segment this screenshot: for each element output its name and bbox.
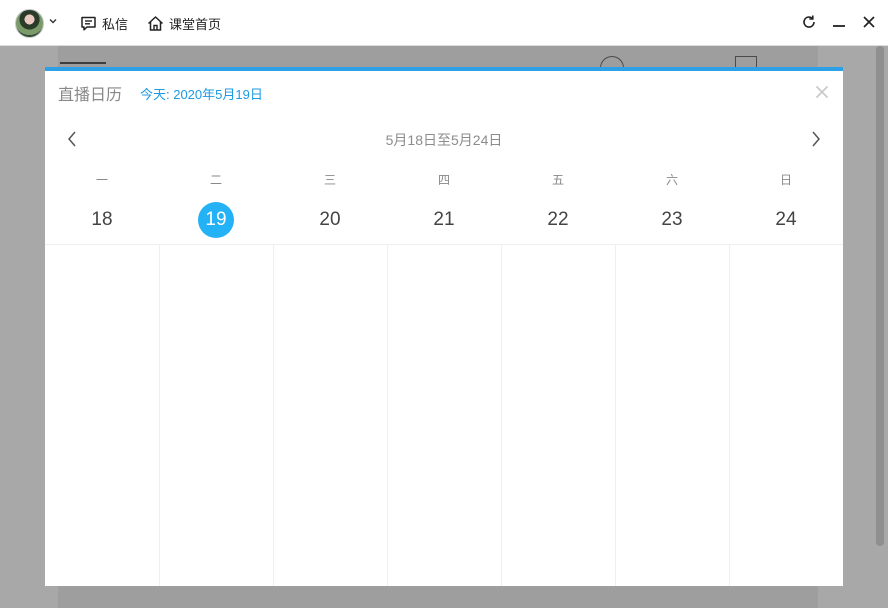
app-topbar: 私信 课堂首页 [0, 0, 888, 46]
chevron-right-icon[interactable] [809, 129, 823, 149]
day-schedule-cell [501, 244, 615, 586]
messages-label: 私信 [102, 14, 128, 33]
day-number-today[interactable]: 19 [198, 202, 234, 238]
day-schedule-cell [273, 244, 387, 586]
minimize-button[interactable] [830, 12, 848, 32]
week-navigation: 5月18日至5月24日 [45, 126, 843, 152]
day-column: 三 20 [273, 166, 387, 586]
today-date-label: 今天: 2020年5月19日 [140, 84, 263, 103]
weekday-label: 五 [501, 171, 615, 188]
day-number[interactable]: 23 [654, 202, 690, 238]
day-schedule-cell [387, 244, 501, 586]
day-column: 日 24 [729, 166, 843, 586]
classroom-home-label: 课堂首页 [169, 14, 221, 33]
message-icon [80, 15, 97, 32]
day-column: 二 19 [159, 166, 273, 586]
weekday-label: 六 [615, 171, 729, 188]
classroom-home-button[interactable]: 课堂首页 [147, 13, 221, 33]
day-column: 六 23 [615, 166, 729, 586]
user-avatar[interactable] [15, 9, 44, 38]
weekday-label: 一 [45, 171, 159, 188]
live-calendar-dialog: 直播日历 今天: 2020年5月19日 5月18日至5月24日 一 18 二 1… [45, 67, 843, 586]
weekday-label: 日 [729, 171, 843, 188]
day-schedule-cell [45, 244, 159, 586]
day-schedule-cell [729, 244, 843, 586]
header-divider [45, 244, 843, 245]
close-icon[interactable] [815, 85, 829, 99]
weekday-label: 二 [159, 171, 273, 188]
chevron-down-icon[interactable] [48, 16, 58, 26]
dialog-title: 直播日历 [58, 81, 122, 105]
day-column: 五 22 [501, 166, 615, 586]
day-number[interactable]: 24 [768, 202, 804, 238]
home-icon [147, 15, 164, 32]
day-number[interactable]: 22 [540, 202, 576, 238]
week-range-label: 5月18日至5月24日 [45, 130, 843, 150]
day-schedule-cell [159, 244, 273, 586]
background-scrollbar [876, 46, 884, 546]
day-number[interactable]: 20 [312, 202, 348, 238]
day-column: 四 21 [387, 166, 501, 586]
window-close-button[interactable] [860, 12, 878, 32]
messages-button[interactable]: 私信 [80, 13, 128, 33]
day-number[interactable]: 21 [426, 202, 462, 238]
weekday-label: 四 [387, 171, 501, 188]
refresh-icon [801, 14, 817, 30]
refresh-button[interactable] [800, 12, 818, 32]
minimize-icon [832, 15, 846, 29]
day-schedule-cell [615, 244, 729, 586]
day-number[interactable]: 18 [84, 202, 120, 238]
day-column: 一 18 [45, 166, 159, 586]
close-icon [862, 15, 876, 29]
weekday-label: 三 [273, 171, 387, 188]
